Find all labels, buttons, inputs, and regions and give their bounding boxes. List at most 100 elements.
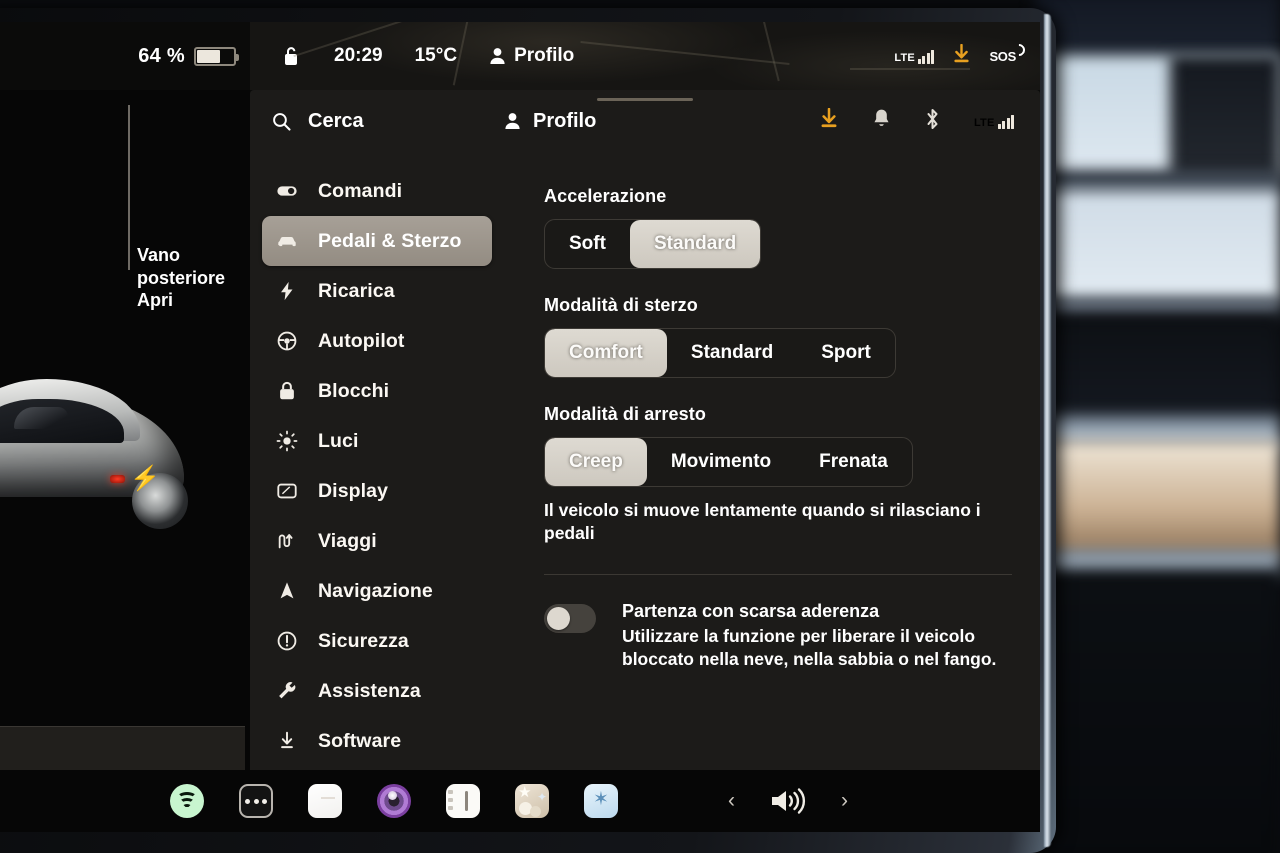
slip-start-toggle[interactable] [544,603,596,633]
panel-title-label: Profilo [533,109,597,132]
settings-panel: Cerca Profilo LTE Comandi Pedali & Sterz… [250,90,1040,810]
bluetooth-app-icon[interactable] [584,784,618,818]
bell-icon[interactable] [872,108,891,134]
clock[interactable]: 20:29 [318,45,399,67]
sidebar-item-label: Blocchi [318,379,390,402]
sidebar-item-sicurezza[interactable]: Sicurezza [262,616,492,666]
navigation-icon [280,582,294,599]
sidebar-item-assistenza[interactable]: Assistenza [262,666,492,716]
toybox-app-icon[interactable]: ★ ✦ [515,784,549,818]
sidebar-item-label: Pedali & Sterzo [318,229,462,252]
wrench-icon [279,682,296,699]
settings-header: Cerca Profilo LTE [250,90,1040,152]
safety-icon [276,630,298,652]
safety-icon [277,631,297,651]
trips-icon [276,530,298,552]
battery-percent-label: 64 % [138,44,185,67]
car-icon [278,236,296,247]
more-apps-icon[interactable] [239,784,273,818]
volume-previous-button[interactable]: ‹ [728,789,735,813]
sidebar-item-navigazione[interactable]: Navigazione [262,566,492,616]
bluetooth-icon[interactable] [924,108,941,135]
callout-leader-line [128,105,130,270]
settings-content: Accelerazione Soft Standard Modalità di s… [504,152,1040,810]
notes-app-icon[interactable] [446,784,480,818]
toggle-knob [547,606,570,630]
profile-button[interactable]: Profilo [473,45,590,67]
steering-mode-label: Modalità di sterzo [544,295,698,315]
steering-mode-segmented-control[interactable]: Comfort Standard Sport [544,328,896,378]
car-icon [276,230,298,252]
sidebar-item-autopilot[interactable]: Autopilot [262,316,492,366]
search-icon [273,112,291,131]
lte-signal-icon[interactable]: LTE [974,114,1014,129]
bg-wood-trim [1035,440,1280,555]
tesla-touchscreen: 64 % 20:29 15°C Profilo LTE SOS Vano pos… [0,22,1040,832]
toggle-icon [277,186,297,196]
sidebar-item-software[interactable]: Software [262,716,492,766]
steering-icon [277,331,297,351]
profile-label: Profilo [514,45,575,66]
panel-title: Profilo [504,110,596,133]
sidebar-item-ricarica[interactable]: Ricarica [262,266,492,316]
charge-bolt-icon: ⚡ [130,465,160,492]
trunk-callout[interactable]: Vano posteriore Apri [137,244,225,312]
dock-app-list: ★ ✦ [170,784,618,818]
volume-next-button[interactable]: › [841,789,848,813]
trips-icon [278,534,293,549]
lte-signal-icon[interactable]: LTE [894,49,935,64]
option-sport[interactable]: Sport [797,329,895,377]
callout-line-2: posteriore [137,267,226,288]
option-creep[interactable]: Creep [545,438,647,486]
download-icon[interactable] [819,107,839,134]
lock-icon [276,380,298,402]
option-comfort[interactable]: Comfort [545,329,667,377]
steering-icon [276,330,298,352]
charge-port-indicator [110,475,125,483]
camera-app-icon[interactable] [377,784,411,818]
download-icon [276,730,298,752]
bg-sky [1035,0,1280,60]
vehicle-visualization-panel[interactable]: Vano posteriore Apri ⚡ [0,90,250,832]
toggle-icon [276,180,298,202]
person-icon [490,48,505,64]
bezel-highlight-edge [1044,14,1051,847]
callout-line-3: Apri [137,290,173,311]
sidebar-item-pedali-sterzo[interactable]: Pedali & Sterzo [262,216,492,266]
search-input[interactable]: Cerca [250,110,504,133]
option-soft[interactable]: Soft [545,220,630,268]
bg-dashboard-top [1035,190,1280,300]
option-standard[interactable]: Standard [667,329,797,377]
speaker-icon[interactable] [769,787,807,815]
sidebar-item-label: Autopilot [318,329,405,352]
callout-line-1: Vano [137,245,181,265]
option-frenata[interactable]: Frenata [795,438,912,486]
download-icon[interactable] [952,43,971,69]
spotify-app-icon[interactable] [170,784,204,818]
header-icon-group: LTE [819,107,1040,135]
volume-controls: ‹ › [728,787,848,815]
sidebar-item-display[interactable]: Display [262,466,492,516]
stopping-mode-hint: Il veicolo si muove lentamente quando si… [544,500,981,544]
sidebar-item-viaggi[interactable]: Viaggi [262,516,492,566]
sidebar-item-blocchi[interactable]: Blocchi [262,366,492,416]
app-dock: ★✦ ‹ › [0,770,1040,832]
sidebar-item-label: Ricarica [318,279,395,302]
acceleration-segmented-control[interactable]: Soft Standard [544,219,762,269]
calendar-app-icon[interactable] [308,784,342,818]
battery-indicator[interactable]: 64 % [0,45,250,68]
slip-start-row: Partenza con scarsa aderenza Utilizzare … [544,601,1012,672]
slip-start-description: Utilizzare la funzione per liberare il v… [622,625,997,669]
bolt-icon [281,281,293,301]
sos-button[interactable]: SOS [989,49,1016,64]
navigation-icon [276,580,298,602]
sidebar-item-comandi[interactable]: Comandi [262,166,492,216]
car-illustration: ⚡ [0,375,202,529]
slip-start-title: Partenza con scarsa aderenza [622,600,880,621]
option-movimento[interactable]: Movimento [647,438,795,486]
sidebar-item-label: Luci [318,429,359,452]
option-standard[interactable]: Standard [629,220,761,268]
stopping-mode-segmented-control[interactable]: Creep Movimento Frenata [544,437,913,487]
bolt-icon [276,280,298,302]
sidebar-item-luci[interactable]: Luci [262,416,492,466]
